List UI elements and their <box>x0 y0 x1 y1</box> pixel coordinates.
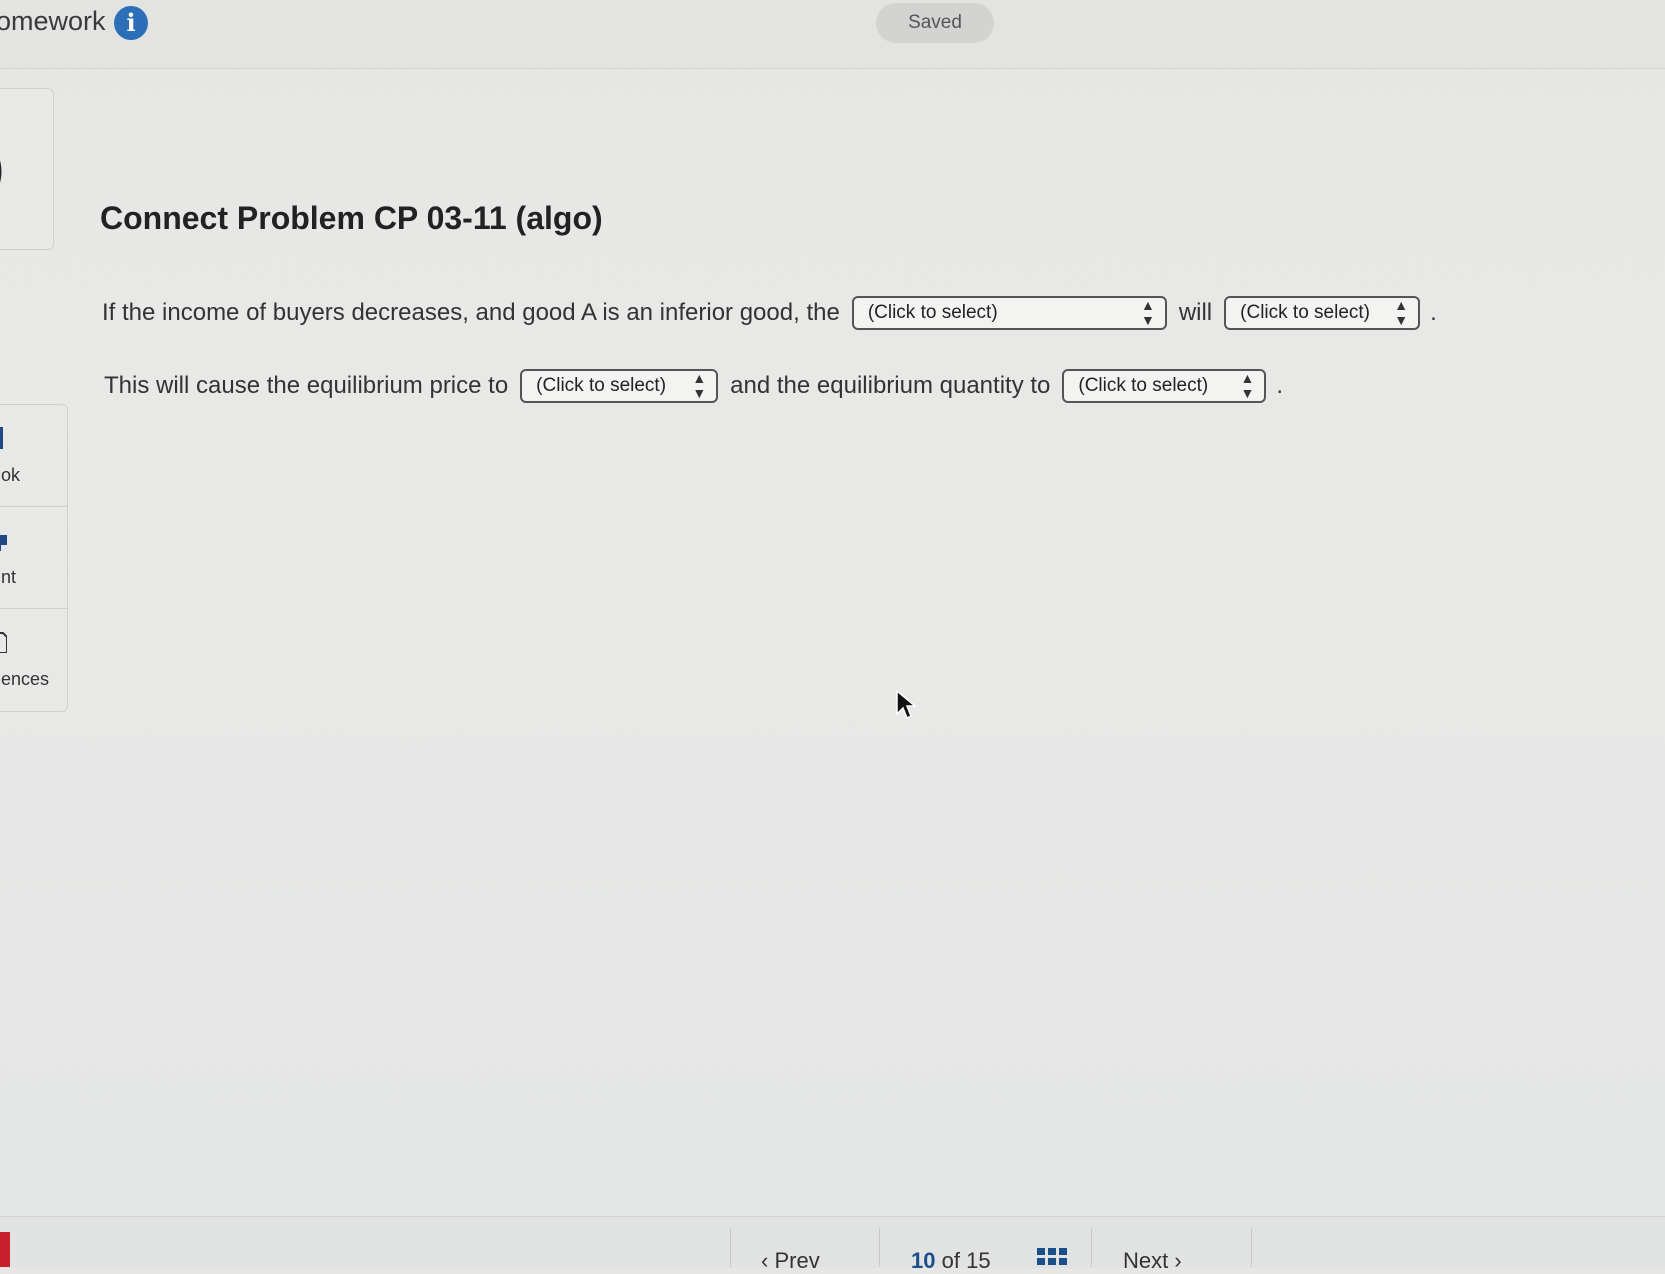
chevron-right-icon: › <box>1168 1248 1182 1273</box>
select-value: (Click to select) <box>1240 302 1370 323</box>
sidebar-item-ebook[interactable]: ok <box>0 405 67 507</box>
select-value: (Click to select) <box>1078 375 1209 396</box>
question-card-edge <box>0 88 54 250</box>
price-select[interactable]: (Click to select) ▲ ▼ <box>520 369 719 403</box>
mouse-cursor-icon <box>896 690 916 720</box>
prev-label: Prev <box>774 1248 820 1273</box>
question-line-2: This will cause the equilibrium price to… <box>104 369 1283 403</box>
next-button[interactable]: Next › <box>1123 1248 1182 1274</box>
quantity-select[interactable]: (Click to select) ▲ ▼ <box>1062 369 1267 403</box>
sidebar-item-label: ences <box>1 669 50 689</box>
select-arrows-icon: ▲ ▼ <box>692 370 707 401</box>
clock-icon: ) <box>0 134 7 208</box>
select-value: (Click to select) <box>867 302 998 323</box>
side-tools: ok nt ences <box>0 404 68 712</box>
question-text: will <box>1178 299 1213 326</box>
select-value: (Click to select) <box>536 375 667 396</box>
divider <box>1091 1228 1092 1267</box>
page-indicator: 10 of 15 <box>911 1248 991 1274</box>
chevron-left-icon: ‹ <box>761 1248 775 1273</box>
sidebar-item-label: nt <box>1 567 17 587</box>
question-text: If the income of buyers decreases, and g… <box>102 299 840 326</box>
top-bar: omework i Saved <box>0 0 1665 69</box>
question-period: . <box>1276 372 1284 399</box>
question-text: and the equilibrium quantity to <box>730 372 1051 399</box>
info-icon[interactable]: i <box>114 6 148 40</box>
question-text: This will cause the equilibrium price to <box>104 372 509 399</box>
app-title: omework <box>0 6 106 36</box>
next-label: Next <box>1123 1248 1169 1273</box>
sidebar-item-print[interactable]: nt <box>0 507 67 609</box>
references-icon <box>0 632 7 653</box>
select-arrows-icon: ▲ ▼ <box>1140 297 1155 328</box>
sidebar-item-references[interactable]: ences <box>0 609 67 710</box>
prev-button[interactable]: ‹ Prev <box>761 1248 820 1274</box>
question-line-1: If the income of buyers decreases, and g… <box>102 296 1437 330</box>
total-pages: 15 <box>966 1248 991 1273</box>
question-pager: ‹ Prev 10 of 15 Next › <box>730 1228 1252 1273</box>
problem-title: Connect Problem CP 03-11 (algo) <box>100 200 603 236</box>
red-tab <box>0 1232 10 1267</box>
grid-icon[interactable] <box>1037 1248 1067 1266</box>
saved-status-badge: Saved <box>876 3 994 43</box>
select-arrows-icon: ▲ ▼ <box>1394 297 1409 328</box>
current-page: 10 <box>911 1248 936 1273</box>
sidebar-item-label: ok <box>1 465 21 485</box>
shift-direction-select[interactable]: (Click to select) ▲ ▼ <box>1224 296 1421 330</box>
of-label: of <box>941 1248 960 1273</box>
book-icon <box>0 427 3 449</box>
select-arrows-icon: ▲ ▼ <box>1240 370 1255 401</box>
curve-select[interactable]: (Click to select) ▲ ▼ <box>851 296 1167 330</box>
question-period: . <box>1430 299 1437 326</box>
print-icon <box>0 535 7 551</box>
divider <box>879 1228 880 1267</box>
